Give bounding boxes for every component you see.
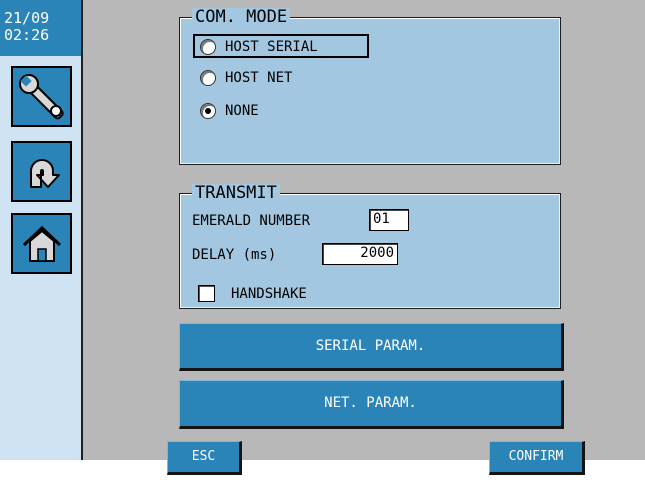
handshake-checkbox[interactable] (198, 285, 215, 302)
return-arrow-icon (30, 159, 60, 188)
clock-display: 21/09 02:26 (0, 0, 81, 56)
radio-button-selected[interactable] (200, 103, 216, 119)
radio-option-none[interactable]: NONE (193, 100, 363, 122)
sidebar: 21/09 02:26 (0, 0, 83, 460)
serial-param-button[interactable]: SERIAL PARAM. (179, 323, 564, 371)
esc-button[interactable]: ESC (167, 441, 242, 475)
radio-label: HOST NET (225, 70, 293, 86)
delay-field[interactable]: 2000 (322, 243, 398, 265)
device-screen: 21/09 02:26 COM. MODE HOST SERIAL HOST N… (0, 0, 645, 475)
home-button[interactable] (11, 213, 72, 274)
transmit-title: TRANSMIT (192, 184, 280, 202)
home-icon (22, 225, 62, 262)
delay-label: DELAY (ms) (192, 247, 277, 263)
handshake-label: HANDSHAKE (231, 286, 307, 302)
radio-button[interactable] (200, 70, 216, 86)
radio-option-host-serial[interactable]: HOST SERIAL (193, 34, 369, 58)
back-button[interactable] (11, 141, 72, 202)
emerald-number-label: EMERALD NUMBER (192, 213, 311, 229)
clock-date: 21/09 (4, 9, 50, 27)
radio-button[interactable] (200, 39, 216, 55)
radio-option-host-net[interactable]: HOST NET (193, 67, 363, 89)
clock-time: 02:26 (4, 26, 50, 44)
emerald-number-field[interactable]: 01 (369, 209, 409, 231)
radio-label: NONE (225, 103, 259, 119)
tools-button[interactable] (11, 66, 72, 127)
com-mode-title: COM. MODE (192, 8, 291, 26)
net-param-button[interactable]: NET. PARAM. (179, 380, 564, 429)
radio-label: HOST SERIAL (225, 39, 318, 55)
confirm-button[interactable]: CONFIRM (489, 441, 585, 475)
wrench-icon (19, 74, 64, 120)
